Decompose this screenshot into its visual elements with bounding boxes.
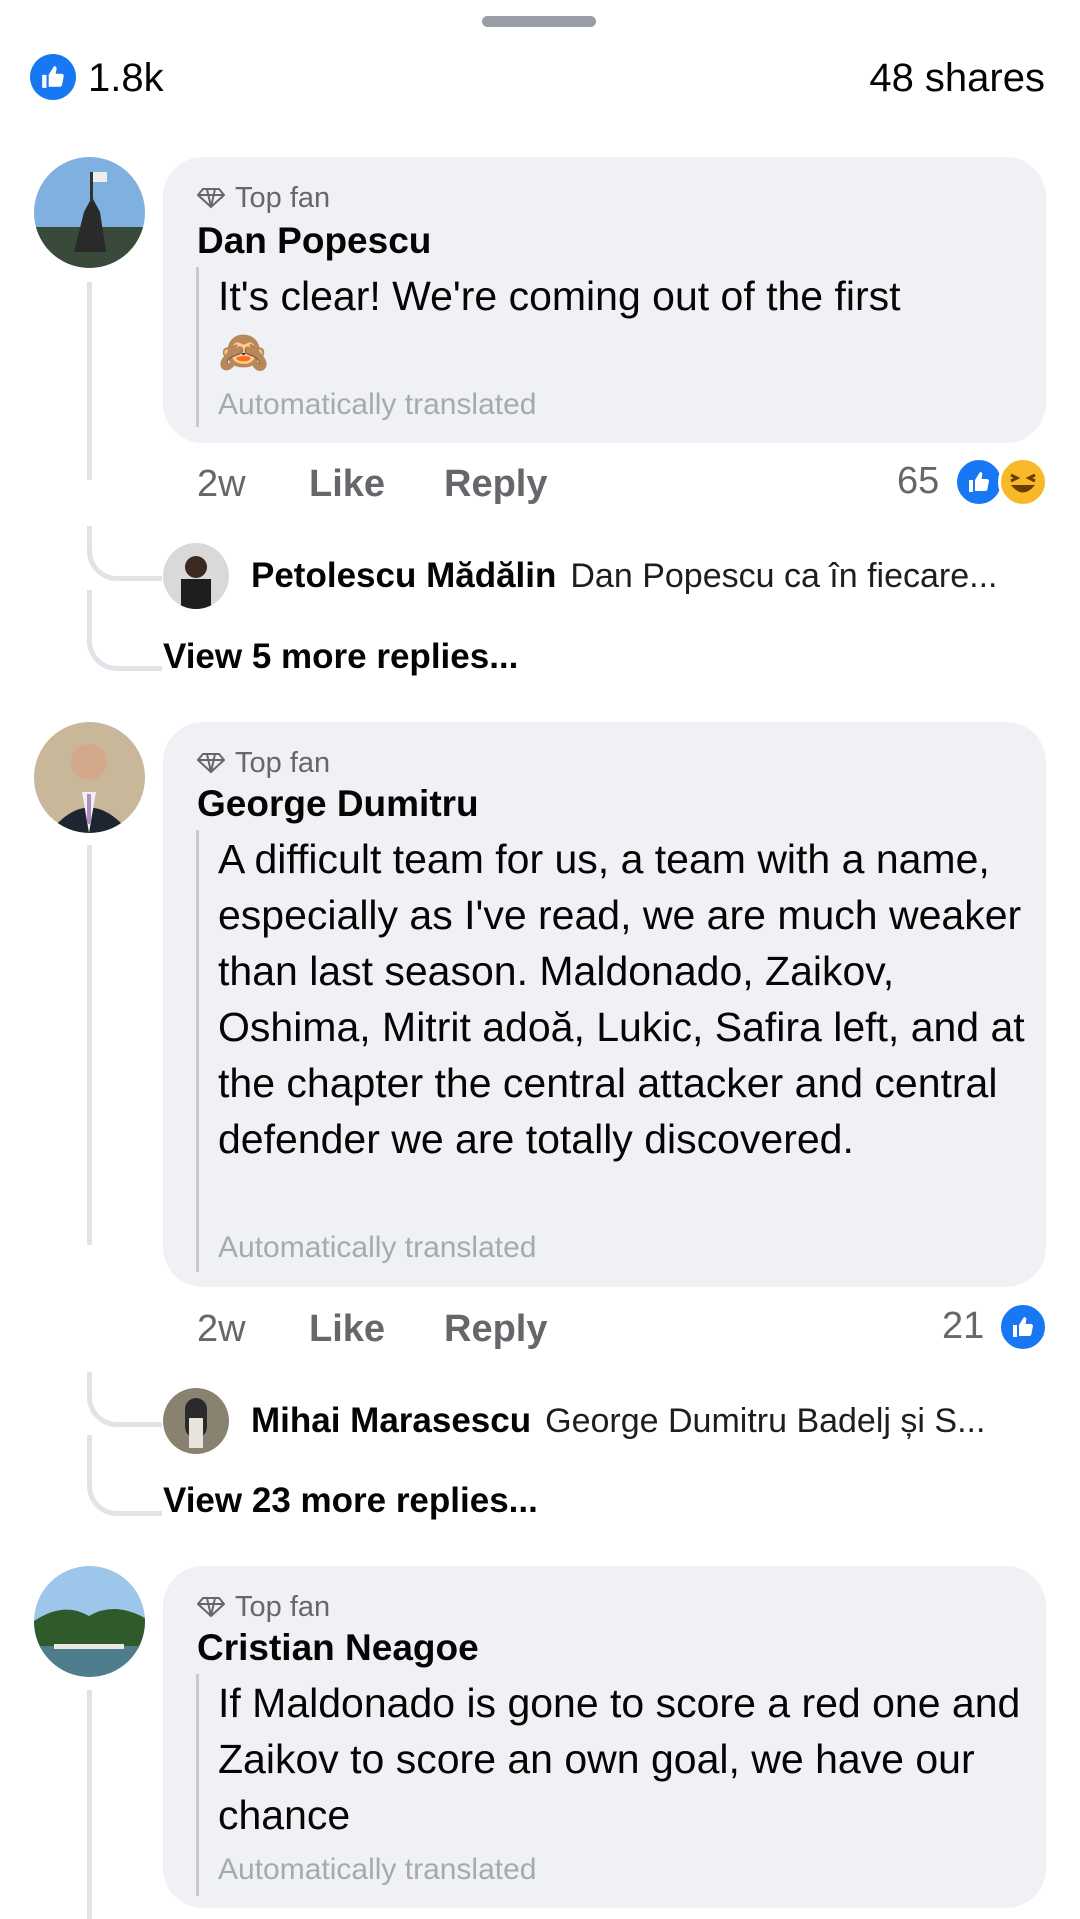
landscape-photo-icon xyxy=(34,1566,145,1677)
quote-bar xyxy=(196,1674,199,1896)
reaction-count[interactable]: 21 xyxy=(942,1303,984,1349)
comment-author[interactable]: Cristian Neagoe xyxy=(197,1626,479,1670)
thread-line xyxy=(87,845,92,1245)
laughing-face-icon xyxy=(1010,473,1036,493)
avatar[interactable] xyxy=(34,1566,145,1677)
comment-text: If Maldonado is gone to score a red one … xyxy=(218,1680,1021,1838)
reply-preview[interactable]: Petolescu Mădălin Dan Popescu ca în fiec… xyxy=(163,543,1043,609)
person-photo-icon xyxy=(163,543,229,609)
auto-translated-label[interactable]: Automatically translated xyxy=(218,387,537,423)
auto-translated-label[interactable]: Automatically translated xyxy=(218,1852,537,1888)
reaction-count[interactable]: 65 xyxy=(897,458,939,504)
comment-time: 2w xyxy=(197,463,246,505)
reply-text: George Dumitru Badelj și S... xyxy=(545,1401,986,1440)
haha-icon[interactable] xyxy=(998,457,1048,507)
top-fan-badge: Top fan xyxy=(197,181,330,215)
reply-preview[interactable]: Mihai Marasescu George Dumitru Badelj și… xyxy=(163,1388,1043,1454)
reply-author[interactable]: Mihai Marasescu xyxy=(251,1401,531,1441)
comment-bubble[interactable]: Top fan George Dumitru A difficult team … xyxy=(163,722,1046,1287)
comment-text: A difficult team for us, a team with a n… xyxy=(218,836,1025,1162)
like-button[interactable]: Like xyxy=(309,461,385,507)
comment-bubble[interactable]: Top fan Cristian Neagoe If Maldonado is … xyxy=(163,1566,1046,1908)
reply-text: Dan Popescu ca în fiecare... xyxy=(570,556,998,595)
like-reaction-icon[interactable] xyxy=(30,54,76,100)
top-fan-badge: Top fan xyxy=(197,746,330,780)
thumbs-up-icon xyxy=(1013,1317,1033,1337)
shares-count[interactable]: 48 shares xyxy=(869,54,1045,102)
thumbs-up-icon xyxy=(969,472,989,492)
avatar[interactable] xyxy=(34,157,145,268)
avatar[interactable] xyxy=(34,722,145,833)
view-more-replies[interactable]: View 23 more replies... xyxy=(163,1479,538,1523)
like-button[interactable]: Like xyxy=(309,1306,385,1352)
reply-connector xyxy=(87,1435,162,1516)
like-icon[interactable] xyxy=(998,1302,1048,1352)
comment-author[interactable]: Dan Popescu xyxy=(197,219,431,263)
diamond-icon xyxy=(197,188,225,209)
auto-translated-label[interactable]: Automatically translated xyxy=(218,1230,537,1266)
avatar[interactable] xyxy=(163,543,229,609)
thumbs-up-icon xyxy=(42,66,64,88)
quote-bar xyxy=(196,830,199,1272)
reply-button[interactable]: Reply xyxy=(444,461,547,507)
thread-line xyxy=(87,282,92,480)
diamond-icon xyxy=(197,1597,225,1618)
drag-handle[interactable] xyxy=(482,16,596,27)
person-photo-icon xyxy=(163,1388,229,1454)
diamond-icon xyxy=(197,753,225,774)
like-icon[interactable] xyxy=(954,457,1004,507)
reply-connector xyxy=(87,590,162,671)
avatar[interactable] xyxy=(163,1388,229,1454)
reply-button[interactable]: Reply xyxy=(444,1306,547,1352)
reaction-count[interactable]: 1.8k xyxy=(88,54,164,102)
reply-connector xyxy=(87,1372,162,1427)
quote-bar xyxy=(196,267,199,427)
reply-connector xyxy=(87,526,162,581)
reply-author[interactable]: Petolescu Mădălin xyxy=(251,556,556,596)
comment-bubble[interactable]: Top fan Dan Popescu It's clear! We're co… xyxy=(163,157,1046,443)
thread-line xyxy=(87,1690,92,1919)
statue-photo-icon xyxy=(34,157,145,268)
view-more-replies[interactable]: View 5 more replies... xyxy=(163,635,518,679)
comment-time: 2w xyxy=(197,1308,246,1350)
comment-text: It's clear! We're coming out of the firs… xyxy=(218,273,901,375)
see-no-evil-monkey-emoji: 🙈 xyxy=(218,329,270,375)
comment-author[interactable]: George Dumitru xyxy=(197,782,479,826)
man-in-suit-photo-icon xyxy=(34,722,145,833)
top-fan-badge: Top fan xyxy=(197,1590,330,1624)
